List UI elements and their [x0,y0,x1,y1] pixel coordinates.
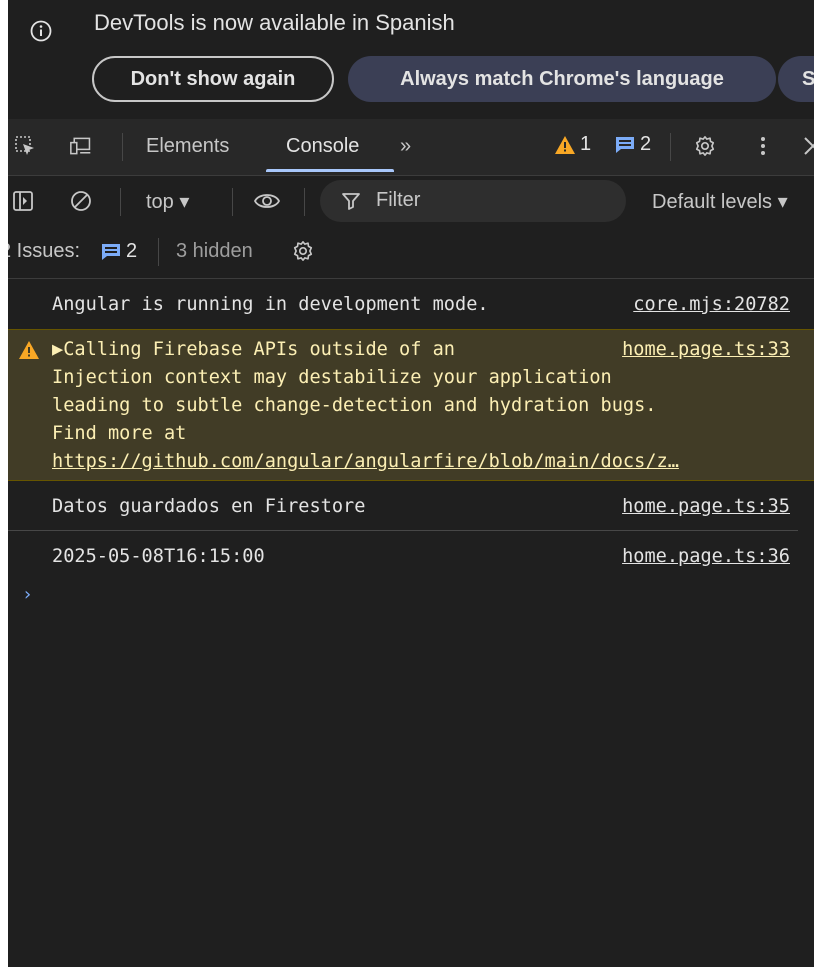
close-icon[interactable] [802,135,814,157]
context-selector[interactable]: top ▾ [146,189,189,214]
warning-icon [19,341,39,359]
warning-doc-link[interactable]: https://github.com/angular/angularfire/b… [52,448,790,476]
warnings-count: 1 [580,133,592,155]
console-message: 2025-05-08T16:15:00 home.page.ts:36 [8,531,814,581]
console-warning: ▶Calling Firebase APIs outside of an Inj… [8,329,814,481]
device-toolbar-icon[interactable] [70,135,92,157]
issues-label: 2 Issues: [8,240,81,262]
settings-icon[interactable] [292,240,314,262]
filter-icon [342,193,360,210]
issues-count-value: 2 [126,240,138,262]
settings-icon[interactable] [694,135,716,157]
clear-console-icon[interactable] [70,190,92,212]
console-prompt-row[interactable]: › [8,581,814,621]
warning-icon [555,135,575,154]
issues-count-button[interactable]: 2 [100,240,137,263]
messages-count: 2 [640,133,652,155]
live-expression-eye-icon[interactable] [254,190,280,212]
devtools-window: DevTools is now available in Spanish Don… [8,0,814,967]
console-message: Angular is running in development mode. … [8,279,814,329]
issues-bar: 2 Issues: 2 3 hidden [8,226,814,279]
console-messages: Angular is running in development mode. … [8,279,814,621]
message-text: 2025-05-08T16:15:00 [52,546,265,567]
main-toolbar: Elements Console » 1 2 [8,119,814,176]
filter-input[interactable]: Filter [320,180,626,222]
switch-language-button[interactable]: S [778,56,814,102]
tab-elements[interactable]: Elements [146,135,229,158]
hidden-issues-count: 3 hidden [176,240,253,262]
filter-placeholder: Filter [376,189,421,211]
inspect-element-icon[interactable] [14,135,36,157]
messages-badge[interactable]: 2 [614,133,651,156]
language-infobar: DevTools is now available in Spanish Don… [8,0,814,119]
more-tabs-button[interactable]: » [400,135,411,158]
infobar-message: DevTools is now available in Spanish [94,10,455,35]
log-levels-dropdown[interactable]: Default levels ▾ [652,189,788,214]
more-options-icon[interactable] [752,135,774,157]
toolbar-divider [232,188,233,216]
active-tab-indicator [266,169,394,172]
warning-text[interactable]: ▶Calling Firebase APIs outside of an Inj… [52,339,657,444]
console-message: Datos guardados en Firestore home.page.t… [8,481,798,531]
toolbar-divider [670,133,671,161]
message-icon [616,136,634,153]
toolbar-divider [120,188,121,216]
message-icon [102,243,120,260]
dont-show-again-button[interactable]: Don't show again [92,56,334,102]
always-match-language-button[interactable]: Always match Chrome's language [348,56,776,102]
console-prompt: › [22,584,33,605]
message-text: Datos guardados en Firestore [52,496,366,517]
console-toolbar: top ▾ Filter Default levels ▾ [8,176,814,226]
info-icon [30,20,52,42]
toolbar-divider [158,238,159,266]
message-source-link[interactable]: core.mjs:20782 [633,291,790,319]
message-source-link[interactable]: home.page.ts:35 [622,493,790,521]
message-source-link[interactable]: home.page.ts:33 [622,336,790,364]
toolbar-divider [304,188,305,216]
warnings-badge[interactable]: 1 [554,133,591,156]
tab-console[interactable]: Console [286,135,359,158]
message-text: Angular is running in development mode. [52,294,489,315]
sidebar-toggle-icon[interactable] [12,190,34,212]
message-source-link[interactable]: home.page.ts:36 [622,543,790,571]
toolbar-divider [122,133,123,161]
